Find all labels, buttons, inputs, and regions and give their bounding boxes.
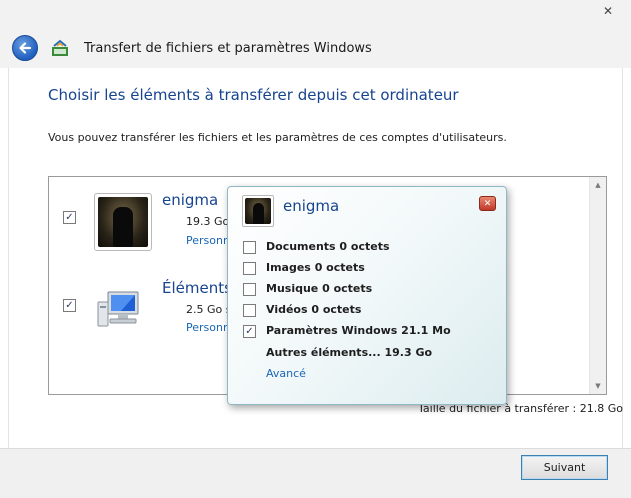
avatar bbox=[242, 195, 274, 227]
avatar bbox=[94, 193, 152, 251]
account-customize-link[interactable]: Personn bbox=[186, 234, 230, 247]
account-name: enigma bbox=[162, 191, 219, 209]
scroll-up-icon[interactable]: ▲ bbox=[590, 177, 606, 193]
windows-settings-checkbox[interactable]: ✓ bbox=[243, 325, 256, 338]
account-customize-link[interactable]: Personn bbox=[186, 321, 230, 334]
scroll-down-icon[interactable]: ▼ bbox=[590, 378, 606, 394]
images-label: Images 0 octets bbox=[266, 261, 365, 274]
title-bar bbox=[0, 0, 631, 68]
window-close-button[interactable]: ✕ bbox=[591, 0, 625, 22]
check-icon: ✓ bbox=[65, 300, 74, 311]
videos-checkbox[interactable] bbox=[243, 304, 256, 317]
list-scrollbar[interactable]: ▲ ▼ bbox=[589, 177, 606, 394]
other-items-label: Autres éléments... 19.3 Go bbox=[266, 346, 433, 359]
transfer-app-icon bbox=[52, 39, 68, 56]
account-name: Éléments bbox=[162, 279, 232, 297]
images-checkbox[interactable] bbox=[243, 262, 256, 275]
customize-popup: enigma ✕ Documents 0 octets Images 0 oct… bbox=[227, 186, 507, 405]
back-arrow-icon bbox=[19, 42, 32, 54]
window-title: Transfert de fichiers et paramètres Wind… bbox=[84, 41, 372, 56]
account-size: 2.5 Go s bbox=[186, 303, 232, 316]
close-icon: ✕ bbox=[483, 198, 492, 209]
popup-title: enigma bbox=[283, 197, 340, 215]
videos-label: Vidéos 0 octets bbox=[266, 303, 362, 316]
check-icon: ✓ bbox=[65, 212, 74, 223]
next-button[interactable]: Suivant bbox=[521, 455, 608, 480]
check-icon: ✓ bbox=[245, 326, 254, 337]
advanced-link[interactable]: Avancé bbox=[266, 367, 306, 380]
music-label: Musique 0 octets bbox=[266, 282, 373, 295]
documents-checkbox[interactable] bbox=[243, 241, 256, 254]
account-shared-checkbox[interactable]: ✓ bbox=[63, 299, 76, 312]
computer-icon bbox=[97, 291, 139, 327]
music-checkbox[interactable] bbox=[243, 283, 256, 296]
documents-label: Documents 0 octets bbox=[266, 240, 390, 253]
popup-close-button[interactable]: ✕ bbox=[479, 196, 496, 211]
windows-settings-label: Paramètres Windows 21.1 Mo bbox=[266, 324, 451, 337]
account-enigma-checkbox[interactable]: ✓ bbox=[63, 211, 76, 224]
account-size: 19.3 Go bbox=[186, 215, 230, 228]
page-heading: Choisir les éléments à transférer depuis… bbox=[48, 86, 459, 104]
page-description: Vous pouvez transférer les fichiers et l… bbox=[48, 131, 507, 144]
back-button[interactable] bbox=[12, 35, 38, 61]
